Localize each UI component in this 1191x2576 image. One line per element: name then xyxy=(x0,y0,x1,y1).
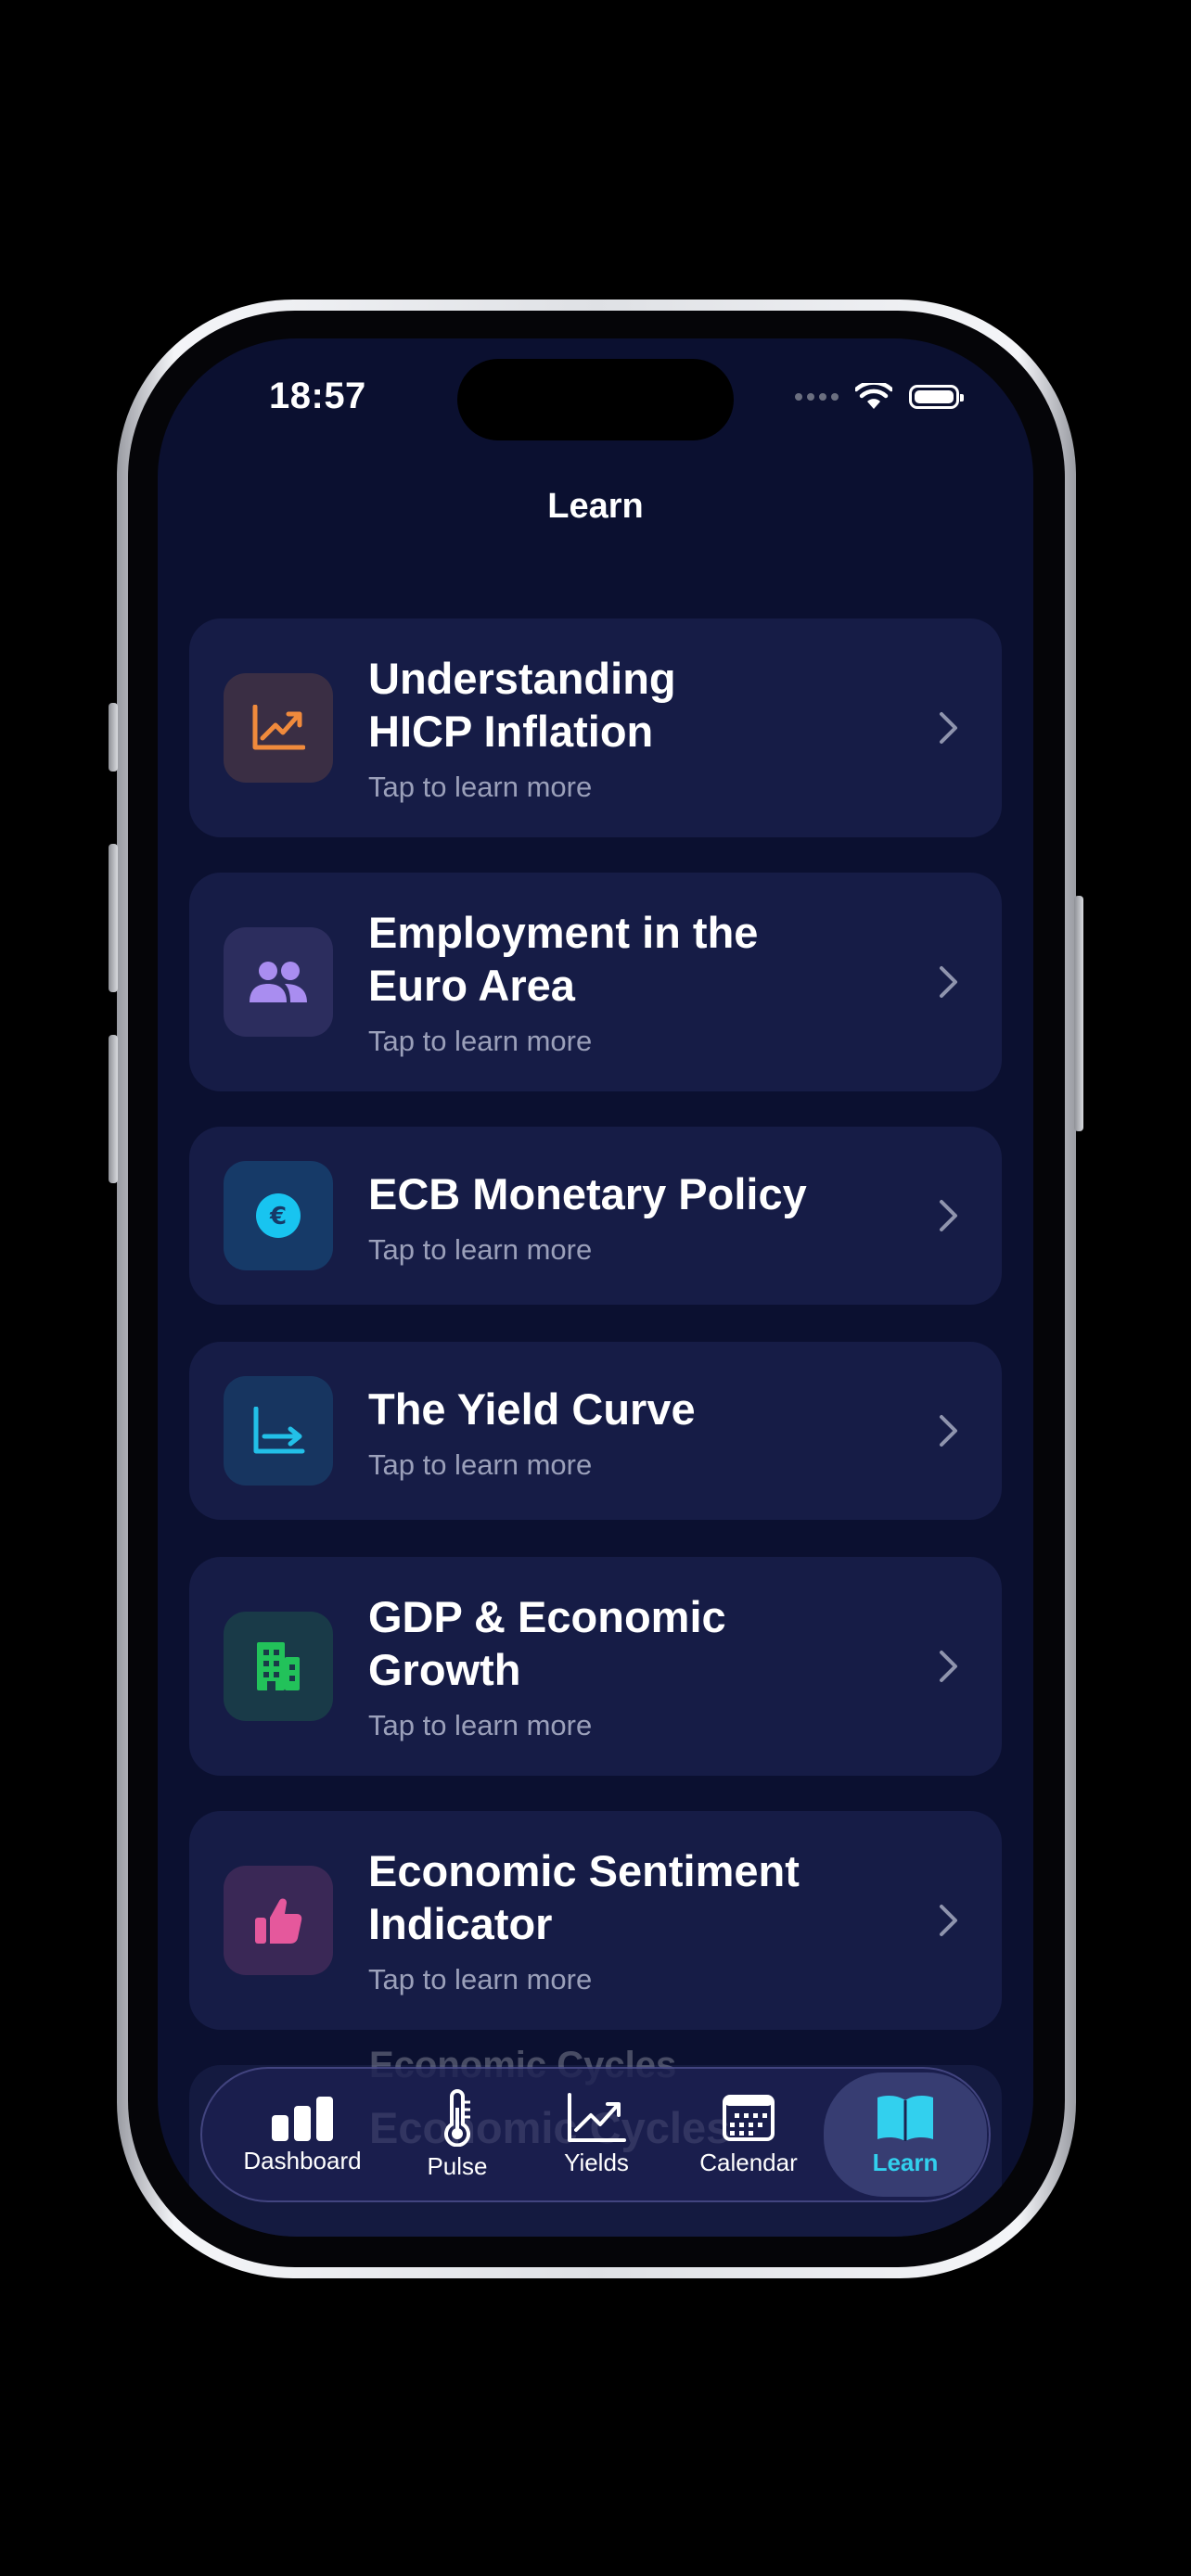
wifi-icon xyxy=(855,383,892,409)
card-title: GDP & Economic Growth xyxy=(368,1592,726,1694)
card-subtitle: Tap to learn more xyxy=(368,771,593,803)
chevron-right-icon xyxy=(940,712,957,744)
volume-up-button xyxy=(109,844,118,992)
tab-label: Learn xyxy=(872,2148,939,2176)
tab-label: Calendar xyxy=(699,2148,798,2176)
tab-pulse[interactable]: Pulse xyxy=(388,2069,527,2200)
card-title: Understanding HICP Inflation xyxy=(368,654,676,756)
tab-label: Pulse xyxy=(427,2151,488,2180)
volume-down-button xyxy=(109,1035,118,1183)
euro-coin-icon: € xyxy=(224,1161,333,1270)
action-button xyxy=(109,703,118,772)
trend-chart-icon xyxy=(224,673,333,783)
tab-label: Dashboard xyxy=(243,2146,362,2174)
tab-label: Yields xyxy=(564,2148,629,2176)
tab-calendar[interactable]: Calendar xyxy=(671,2069,826,2200)
signal-icon xyxy=(795,393,839,401)
tab-bar: Dashboard Pulse Yields Calendar Learn xyxy=(200,2067,991,2202)
power-button xyxy=(1074,896,1083,1131)
card-title: ECB Monetary Policy xyxy=(368,1169,807,1218)
card-ecb-policy[interactable]: € ECB Monetary Policy Tap to learn more xyxy=(189,1127,1002,1305)
calendar-icon xyxy=(723,2094,775,2141)
building-icon xyxy=(224,1612,333,1721)
card-subtitle: Tap to learn more xyxy=(368,1963,593,1996)
card-title: The Yield Curve xyxy=(368,1384,696,1434)
card-subtitle: Tap to learn more xyxy=(368,1448,593,1481)
card-subtitle: Tap to learn more xyxy=(368,1709,593,1741)
chevron-right-icon xyxy=(940,966,957,998)
people-icon xyxy=(224,927,333,1037)
card-title: Economic Sentiment Indicator xyxy=(368,1846,800,1948)
thumbs-up-icon xyxy=(224,1866,333,1975)
thermometer-icon xyxy=(444,2088,470,2147)
dynamic-island xyxy=(457,359,734,440)
card-gdp-growth[interactable]: GDP & Economic Growth Tap to learn more xyxy=(189,1557,1002,1776)
status-icons xyxy=(795,383,964,411)
tab-learn[interactable]: Learn xyxy=(824,2072,987,2197)
status-time: 18:57 xyxy=(269,376,366,416)
line-chart-icon xyxy=(568,2092,626,2142)
chevron-right-icon xyxy=(940,1415,957,1447)
svg-text:€: € xyxy=(269,1203,287,1231)
card-yield-curve[interactable]: The Yield Curve Tap to learn more xyxy=(189,1342,1002,1520)
page-title: Learn xyxy=(547,487,644,526)
card-hicp-inflation[interactable]: Understanding HICP Inflation Tap to lear… xyxy=(189,618,1002,837)
card-sentiment-indicator[interactable]: Economic Sentiment Indicator Tap to lear… xyxy=(189,1811,1002,2030)
tab-yields[interactable]: Yields xyxy=(527,2069,666,2200)
book-icon xyxy=(877,2095,933,2141)
battery-icon xyxy=(909,385,964,409)
tab-dashboard[interactable]: Dashboard xyxy=(223,2069,382,2200)
chevron-right-icon xyxy=(940,1200,957,1231)
yield-curve-icon xyxy=(224,1376,333,1486)
card-subtitle: Tap to learn more xyxy=(368,1025,593,1057)
chevron-right-icon xyxy=(940,1905,957,1936)
screen: 18:57 Learn Understanding HICP Inflation… xyxy=(158,338,1033,2237)
card-employment[interactable]: Employment in the Euro Area Tap to learn… xyxy=(189,873,1002,1091)
chevron-right-icon xyxy=(940,1651,957,1682)
bar-chart-icon xyxy=(272,2096,333,2141)
card-subtitle: Tap to learn more xyxy=(368,1233,593,1266)
card-title: Employment in the Euro Area xyxy=(368,908,759,1010)
